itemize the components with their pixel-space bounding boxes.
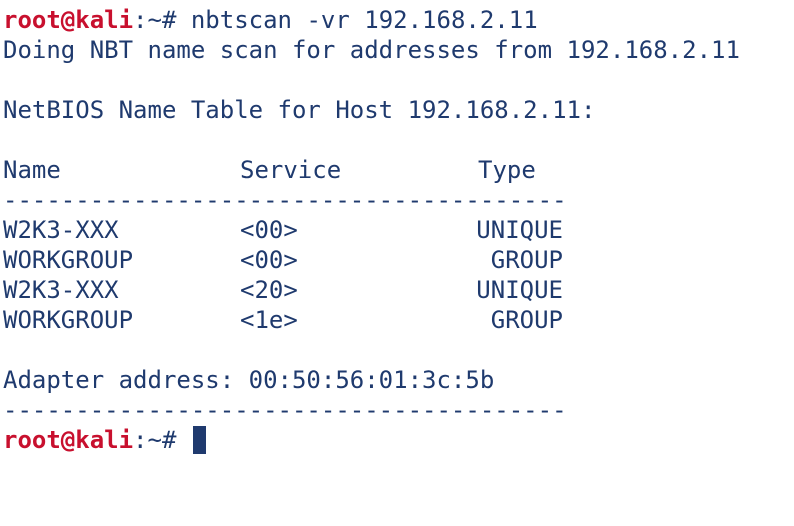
table-title: NetBIOS Name Table for Host 192.168.2.11…	[3, 96, 596, 124]
table-row: W2K3-XXX <20> UNIQUE	[3, 275, 794, 305]
prompt-separator: :	[133, 426, 148, 454]
table-row: WORKGROUP <1e> GROUP	[3, 305, 794, 335]
prompt-path: ~	[147, 426, 162, 454]
prompt-symbol: #	[161, 6, 191, 34]
terminal-window[interactable]: root@kali:~# nbtscan -vr 192.168.2.11 Do…	[0, 0, 794, 526]
table-row: W2K3-XXX <00> UNIQUE	[3, 215, 794, 245]
prompt-line[interactable]: root@kali:~#	[3, 425, 794, 455]
separator-line: ---------------------------------------	[3, 396, 567, 424]
table-row: WORKGROUP <00> GROUP	[3, 245, 794, 275]
scan-message: Doing NBT name scan for addresses from 1…	[3, 36, 740, 64]
command-text: nbtscan -vr 192.168.2.11	[190, 6, 538, 34]
header-service: Service	[240, 156, 342, 184]
header-name: Name	[3, 156, 61, 184]
prompt-separator: :	[133, 6, 148, 34]
text-cursor[interactable]	[192, 426, 206, 454]
table-header: Name Service Type	[3, 155, 794, 185]
row-type: GROUP	[490, 306, 563, 334]
header-type: Type	[478, 156, 536, 184]
separator-line: ---------------------------------------	[3, 186, 567, 214]
prompt-path: ~	[147, 6, 162, 34]
row-type: GROUP	[490, 246, 563, 274]
prompt-symbol: #	[161, 426, 191, 454]
row-type: UNIQUE	[476, 276, 563, 304]
prompt-user-host: root@kali	[3, 426, 134, 454]
adapter-address: Adapter address: 00:50:56:01:3c:5b	[3, 366, 495, 394]
row-type: UNIQUE	[476, 216, 563, 244]
command-line: root@kali:~# nbtscan -vr 192.168.2.11	[3, 5, 794, 35]
prompt-user-host: root@kali	[3, 6, 134, 34]
